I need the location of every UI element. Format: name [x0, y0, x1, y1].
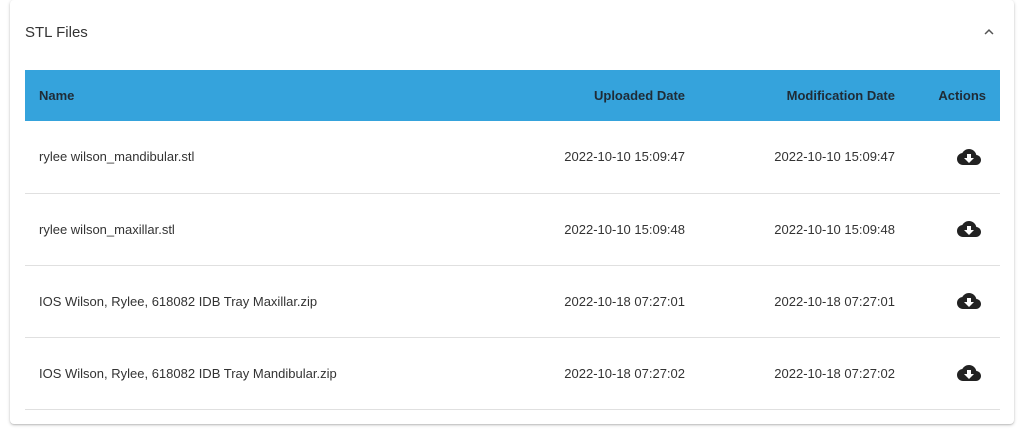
stl-files-panel: STL Files Name Uploaded Date Modificatio… — [10, 0, 1014, 424]
file-name: IOS Wilson, Rylee, 618082 IDB Tray Mandi… — [39, 365, 337, 381]
column-header-modification-date[interactable]: Modification Date — [685, 70, 895, 121]
file-name: rylee wilson_maxillar.stl — [39, 221, 175, 237]
actions-cell — [895, 121, 1000, 193]
table-body: rylee wilson_mandibular.stl 2022-10-10 1… — [25, 121, 1000, 409]
uploaded-date-cell: 2022-10-18 07:27:01 — [564, 293, 685, 309]
cloud-download-icon[interactable] — [956, 291, 981, 311]
table-row: rylee wilson_maxillar.stl 2022-10-10 15:… — [25, 193, 1000, 265]
table-header: Name Uploaded Date Modification Date Act… — [25, 70, 1000, 121]
cloud-download-icon[interactable] — [956, 363, 981, 383]
chevron-up-icon[interactable] — [980, 23, 998, 41]
panel-header[interactable]: STL Files — [10, 0, 1014, 66]
file-name-cell: IOS Wilson, Rylee, 618082 IDB Tray Maxil… — [25, 265, 523, 337]
file-name-cell: IOS Wilson, Rylee, 618082 IDB Tray Mandi… — [25, 337, 523, 409]
column-header-actions-label: Actions — [938, 88, 986, 103]
uploaded-date-cell: 2022-10-18 07:27:02 — [564, 365, 685, 381]
table-row: rylee wilson_mandibular.stl 2022-10-10 1… — [25, 121, 1000, 193]
file-name-cell: rylee wilson_maxillar.stl — [25, 193, 523, 265]
column-header-name[interactable]: Name — [25, 70, 523, 121]
panel-title: STL Files — [25, 24, 88, 41]
uploaded-date-cell: 2022-10-10 15:09:47 — [564, 149, 685, 165]
modification-date-cell: 2022-10-18 07:27:02 — [774, 365, 895, 381]
cloud-download-icon[interactable] — [956, 147, 981, 167]
table-header-row: Name Uploaded Date Modification Date Act… — [25, 70, 1000, 121]
column-header-actions: Actions — [895, 70, 1000, 121]
file-name: IOS Wilson, Rylee, 618082 IDB Tray Maxil… — [39, 293, 318, 309]
table-row: IOS Wilson, Rylee, 618082 IDB Tray Maxil… — [25, 265, 1000, 337]
file-name: rylee wilson_mandibular.stl — [39, 149, 195, 165]
actions-cell — [895, 265, 1000, 337]
table-row: IOS Wilson, Rylee, 618082 IDB Tray Mandi… — [25, 337, 1000, 409]
cloud-download-icon[interactable] — [956, 219, 981, 239]
actions-cell — [895, 337, 1000, 409]
actions-cell — [895, 193, 1000, 265]
column-header-uploaded-date[interactable]: Uploaded Date — [523, 70, 685, 121]
modification-date-cell: 2022-10-10 15:09:48 — [774, 221, 895, 237]
file-name-cell: rylee wilson_mandibular.stl — [25, 121, 523, 193]
column-header-name-label: Name — [39, 88, 75, 103]
stl-files-table: Name Uploaded Date Modification Date Act… — [25, 70, 1000, 410]
uploaded-date-cell: 2022-10-10 15:09:48 — [564, 221, 685, 237]
modification-date-cell: 2022-10-18 07:27:01 — [774, 293, 895, 309]
modification-date-cell: 2022-10-10 15:09:47 — [774, 149, 895, 165]
